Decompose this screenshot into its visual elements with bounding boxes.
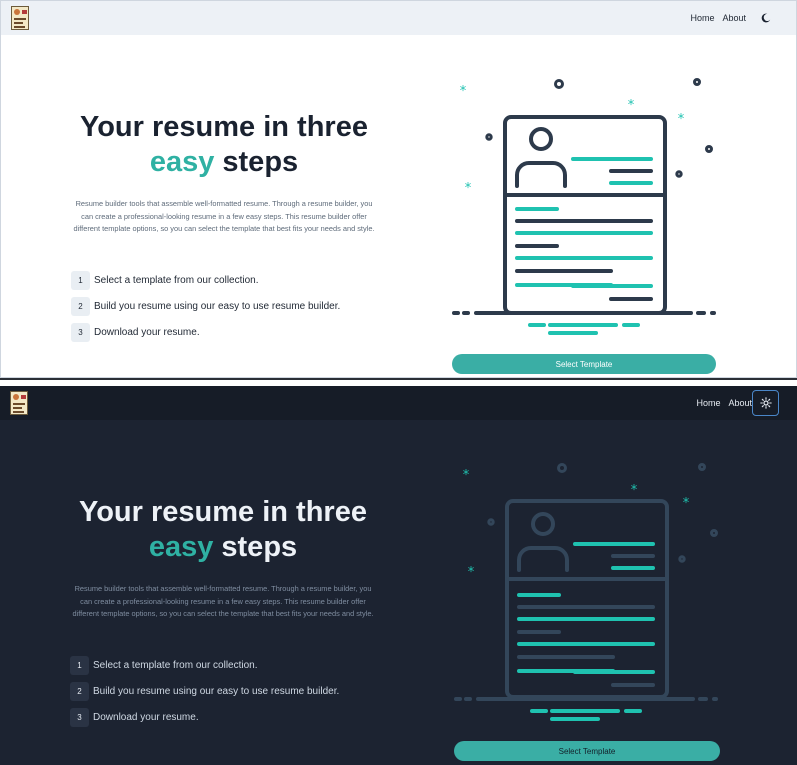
resume-logo-icon[interactable] [11, 6, 29, 30]
steps-list: 1 Select a template from our collection. … [71, 271, 340, 349]
hero-title-accent: easy [149, 146, 215, 178]
step-item: 3 Download your resume. [71, 323, 340, 342]
nav-about-link[interactable]: About [722, 13, 746, 23]
hero-title-line1: Your resume in three [80, 111, 368, 143]
svg-text:*: * [463, 468, 470, 483]
sun-icon [759, 397, 772, 409]
hero-title-rest: steps [214, 146, 299, 178]
navbar: Home About [1, 1, 796, 35]
navbar: Home About [0, 386, 797, 420]
step-item: 1 Select a template from our collection. [70, 656, 339, 675]
step-text: Select a template from our collection. [94, 275, 259, 286]
step-text: Download your resume. [94, 327, 200, 338]
svg-text:*: * [460, 84, 467, 99]
step-text: Build you resume using our easy to use r… [93, 686, 340, 697]
step-number: 2 [70, 682, 89, 701]
step-item: 1 Select a template from our collection. [71, 271, 340, 290]
nav-links: Home About [696, 398, 752, 408]
dark-theme-view: Home About Your resume in three easy ste… [0, 386, 797, 765]
select-template-button[interactable]: Select Template [452, 354, 716, 374]
svg-text:*: * [465, 181, 472, 196]
hero-description: Resume builder tools that assemble well-… [73, 199, 375, 234]
step-number: 3 [70, 708, 89, 727]
nav-about-link[interactable]: About [728, 398, 752, 408]
panel-divider [0, 378, 797, 386]
hero-title-line1: Your resume in three [79, 496, 367, 528]
steps-list: 1 Select a template from our collection. … [70, 656, 339, 734]
select-template-button[interactable]: Select Template [454, 741, 720, 761]
step-text: Select a template from our collection. [93, 660, 258, 671]
theme-toggle-button[interactable] [752, 390, 779, 416]
hero-title-accent: easy [148, 531, 214, 563]
step-number: 3 [71, 323, 90, 342]
hero-title: Your resume in three easy steps [38, 495, 408, 565]
svg-text:*: * [678, 112, 685, 127]
hero-title-rest: steps [213, 531, 298, 563]
step-text: Build you resume using our easy to use r… [94, 301, 341, 312]
nav-home-link[interactable]: Home [690, 13, 714, 23]
nav-home-link[interactable]: Home [696, 398, 720, 408]
moon-icon [761, 13, 771, 23]
svg-text:*: * [628, 98, 635, 113]
step-item: 2 Build you resume using our easy to use … [70, 682, 339, 701]
hero-description: Resume builder tools that assemble well-… [72, 584, 374, 619]
theme-toggle-button[interactable] [758, 10, 774, 26]
svg-text:*: * [683, 496, 690, 511]
resume-illustration: * * * * [454, 463, 718, 721]
resume-illustration: * * * * [452, 78, 716, 335]
nav-links: Home About [690, 13, 746, 23]
step-text: Download your resume. [93, 712, 199, 723]
light-theme-view: Home About Your resume in three easy ste… [0, 0, 797, 378]
step-number: 2 [71, 297, 90, 316]
step-item: 3 Download your resume. [70, 708, 339, 727]
hero-title: Your resume in three easy steps [39, 110, 409, 180]
svg-text:*: * [631, 483, 638, 498]
svg-text:*: * [468, 565, 475, 580]
step-number: 1 [71, 271, 90, 290]
step-item: 2 Build you resume using our easy to use … [71, 297, 340, 316]
resume-logo-icon[interactable] [10, 391, 28, 415]
step-number: 1 [70, 656, 89, 675]
